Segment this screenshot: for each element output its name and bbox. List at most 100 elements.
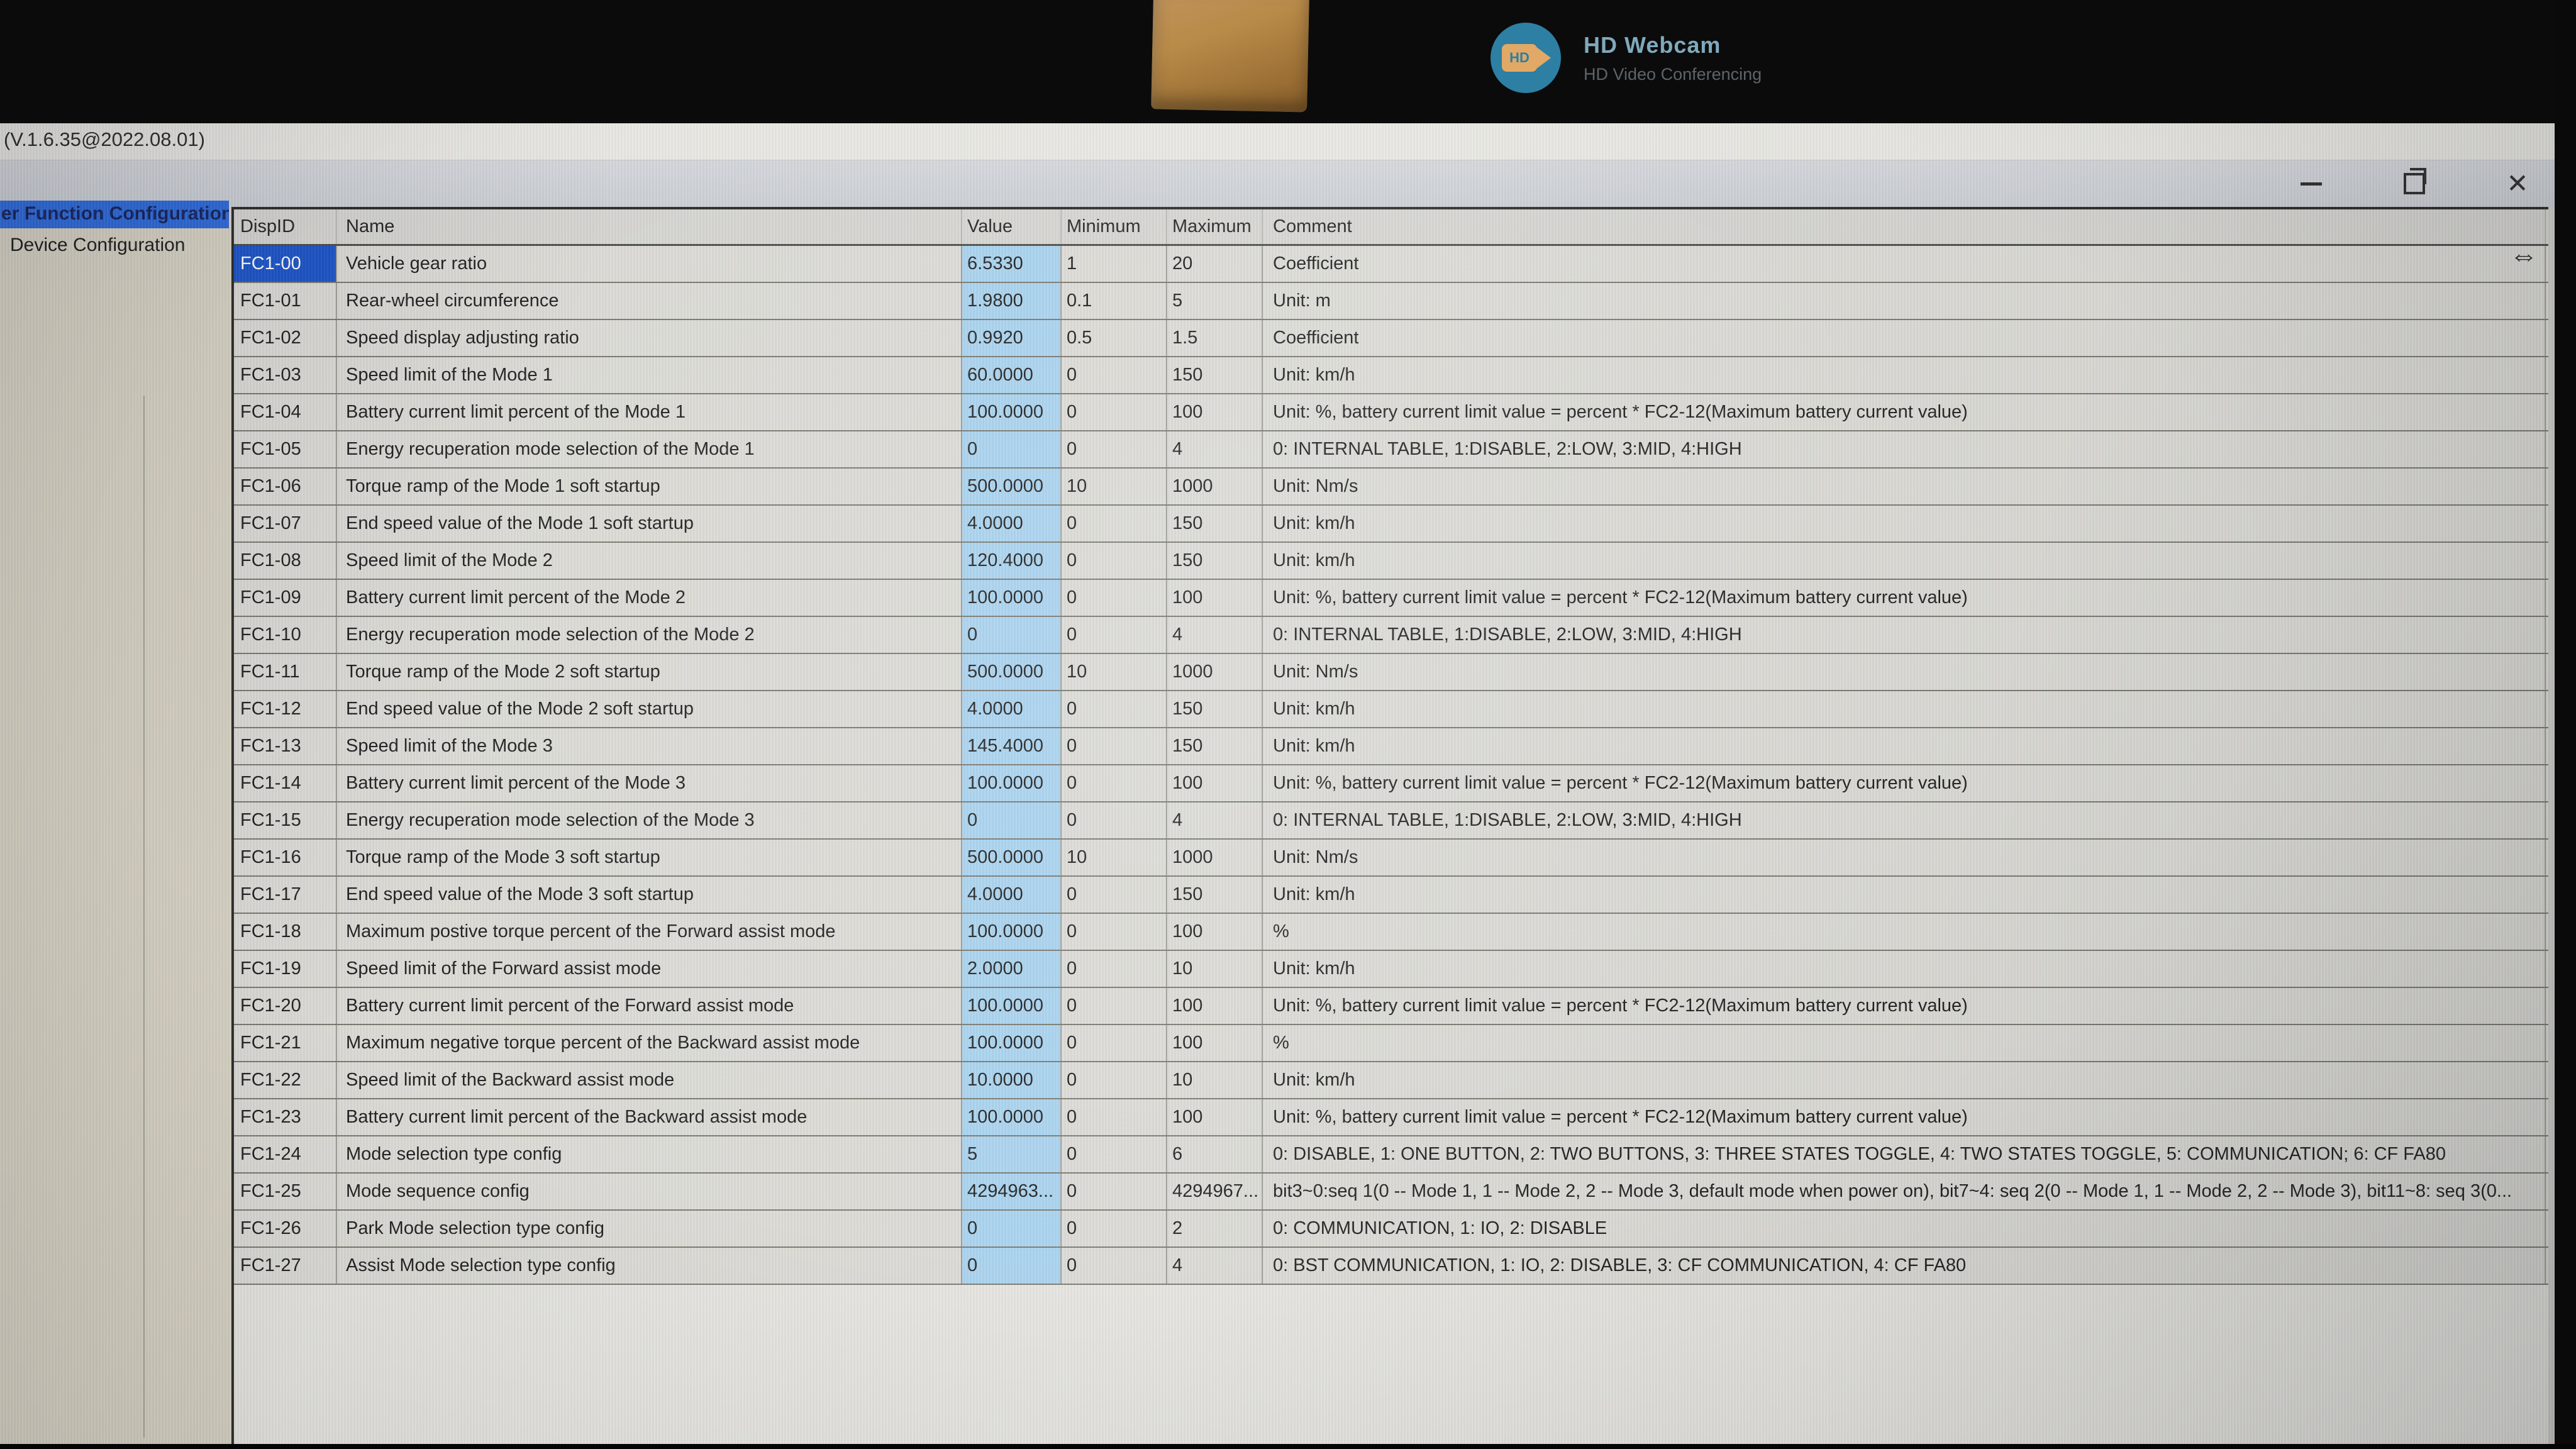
table-row[interactable]: FC1-11Torque ramp of the Mode 2 soft sta…	[234, 654, 2548, 691]
parameter-table: DispID Name Value Minimum Maximum Commen…	[231, 207, 2548, 1444]
cell-value[interactable]: 500.0000	[962, 654, 1062, 690]
cell-maximum: 1000	[1167, 654, 1263, 690]
column-header-minimum[interactable]: Minimum	[1062, 209, 1167, 244]
table-row[interactable]: FC1-23Battery current limit percent of t…	[234, 1099, 2548, 1136]
cell-value[interactable]: 0	[962, 617, 1062, 653]
table-row[interactable]: FC1-24Mode selection type config5060: DI…	[234, 1136, 2548, 1174]
table-row[interactable]: FC1-27Assist Mode selection type config0…	[234, 1248, 2548, 1285]
cell-maximum: 20	[1167, 246, 1263, 282]
monitor-screen: (V.1.6.35@2022.08.01) ✕ er Function Conf…	[0, 123, 2555, 1444]
cell-dispid: FC1-09	[234, 580, 337, 616]
cell-comment: Unit: km/h	[1263, 357, 2546, 393]
cell-comment: Coefficient	[1263, 246, 2546, 282]
bezel-bottom-edge	[0, 1444, 2576, 1449]
cell-value[interactable]: 100.0000	[962, 580, 1062, 616]
cell-value[interactable]: 2.0000	[962, 951, 1062, 987]
cell-dispid: FC1-06	[234, 469, 337, 504]
cell-dispid: FC1-24	[234, 1136, 337, 1172]
table-row[interactable]: FC1-06Torque ramp of the Mode 1 soft sta…	[234, 469, 2548, 506]
cell-name: Speed limit of the Mode 3	[337, 728, 962, 764]
cell-value[interactable]: 0	[962, 1211, 1062, 1246]
table-row[interactable]: FC1-18Maximum postive torque percent of …	[234, 914, 2548, 951]
cell-value[interactable]: 100.0000	[962, 914, 1062, 950]
cell-comment: Unit: km/h	[1263, 506, 2546, 541]
column-header-maximum[interactable]: Maximum	[1167, 209, 1263, 244]
cell-value[interactable]: 1.9800	[962, 283, 1062, 319]
cell-value[interactable]: 10.0000	[962, 1062, 1062, 1098]
horizontal-arrows-icon[interactable]: ⇔	[2509, 240, 2538, 269]
close-button[interactable]: ✕	[2503, 169, 2532, 198]
minimize-button[interactable]	[2297, 169, 2326, 198]
table-row[interactable]: FC1-04Battery current limit percent of t…	[234, 394, 2548, 431]
cell-value[interactable]: 145.4000	[962, 728, 1062, 764]
cell-value[interactable]: 100.0000	[962, 394, 1062, 430]
cell-comment: 0: INTERNAL TABLE, 1:DISABLE, 2:LOW, 3:M…	[1263, 802, 2546, 838]
cell-name: Battery current limit percent of the Bac…	[337, 1099, 962, 1135]
table-row[interactable]: FC1-13Speed limit of the Mode 3145.40000…	[234, 728, 2548, 765]
table-row[interactable]: FC1-22Speed limit of the Backward assist…	[234, 1062, 2548, 1099]
cell-value[interactable]: 500.0000	[962, 840, 1062, 875]
cell-comment: 0: BST COMMUNICATION, 1: IO, 2: DISABLE,…	[1263, 1248, 2546, 1284]
table-row[interactable]: FC1-14Battery current limit percent of t…	[234, 765, 2548, 802]
column-header-comment[interactable]: Comment	[1263, 209, 2546, 244]
table-row[interactable]: FC1-20Battery current limit percent of t…	[234, 988, 2548, 1025]
table-row[interactable]: FC1-09Battery current limit percent of t…	[234, 580, 2548, 617]
table-row[interactable]: FC1-19Speed limit of the Forward assist …	[234, 951, 2548, 988]
webcam-brand-title: HD Webcam	[1584, 32, 1762, 58]
cell-name: Torque ramp of the Mode 3 soft startup	[337, 840, 962, 875]
cell-minimum: 0	[1062, 543, 1167, 579]
table-row[interactable]: FC1-17End speed value of the Mode 3 soft…	[234, 877, 2548, 914]
cell-dispid: FC1-26	[234, 1211, 337, 1246]
cell-comment: Unit: %, battery current limit value = p…	[1263, 765, 2546, 801]
cell-value[interactable]: 4.0000	[962, 877, 1062, 913]
cell-maximum: 150	[1167, 877, 1263, 913]
table-row[interactable]: FC1-12End speed value of the Mode 2 soft…	[234, 691, 2548, 728]
column-header-dispid[interactable]: DispID	[234, 209, 337, 244]
cell-value[interactable]: 100.0000	[962, 1099, 1062, 1135]
cell-value[interactable]: 6.5330	[962, 246, 1062, 282]
cell-value[interactable]: 100.0000	[962, 1025, 1062, 1061]
cell-minimum: 0	[1062, 1099, 1167, 1135]
table-row[interactable]: FC1-21Maximum negative torque percent of…	[234, 1025, 2548, 1062]
table-row[interactable]: FC1-00Vehicle gear ratio6.5330120Coeffic…	[234, 246, 2548, 283]
cell-comment: Unit: Nm/s	[1263, 469, 2546, 504]
cell-value[interactable]: 0	[962, 431, 1062, 467]
cell-value[interactable]: 100.0000	[962, 988, 1062, 1024]
cell-comment: Unit: km/h	[1263, 728, 2546, 764]
cell-dispid: FC1-16	[234, 840, 337, 875]
table-row[interactable]: FC1-01Rear-wheel circumference1.98000.15…	[234, 283, 2548, 320]
table-row[interactable]: FC1-10Energy recuperation mode selection…	[234, 617, 2548, 654]
cell-value[interactable]: 4.0000	[962, 691, 1062, 727]
cell-value[interactable]: 4294963...	[962, 1174, 1062, 1209]
cell-comment: %	[1263, 914, 2546, 950]
sidebar-item-function-configuration[interactable]: er Function Configuration	[0, 201, 229, 228]
sidebar-item-device-configuration[interactable]: Device Configuration	[0, 228, 231, 260]
cell-minimum: 0	[1062, 617, 1167, 653]
column-header-value[interactable]: Value	[962, 209, 1062, 244]
cell-value[interactable]: 500.0000	[962, 469, 1062, 504]
cell-value[interactable]: 0	[962, 1248, 1062, 1284]
cell-value[interactable]: 4.0000	[962, 506, 1062, 541]
cell-value[interactable]: 0.9920	[962, 320, 1062, 356]
table-row[interactable]: FC1-02Speed display adjusting ratio0.992…	[234, 320, 2548, 357]
column-header-name[interactable]: Name	[337, 209, 962, 244]
cell-value[interactable]: 100.0000	[962, 765, 1062, 801]
table-row[interactable]: FC1-07End speed value of the Mode 1 soft…	[234, 506, 2548, 543]
cell-value[interactable]: 120.4000	[962, 543, 1062, 579]
table-row[interactable]: FC1-16Torque ramp of the Mode 3 soft sta…	[234, 840, 2548, 877]
cell-comment: 0: DISABLE, 1: ONE BUTTON, 2: TWO BUTTON…	[1263, 1136, 2546, 1172]
cell-minimum: 0	[1062, 988, 1167, 1024]
cell-minimum: 0	[1062, 914, 1167, 950]
table-row[interactable]: FC1-15Energy recuperation mode selection…	[234, 802, 2548, 840]
cell-value[interactable]: 5	[962, 1136, 1062, 1172]
table-row[interactable]: FC1-05Energy recuperation mode selection…	[234, 431, 2548, 469]
maximize-button[interactable]	[2400, 169, 2429, 198]
cell-maximum: 1.5	[1167, 320, 1263, 356]
table-row[interactable]: FC1-26Park Mode selection type config002…	[234, 1211, 2548, 1248]
cell-value[interactable]: 0	[962, 802, 1062, 838]
table-row[interactable]: FC1-08Speed limit of the Mode 2120.40000…	[234, 543, 2548, 580]
navigation-sidebar: er Function Configuration Device Configu…	[0, 207, 231, 1444]
table-row[interactable]: FC1-25Mode sequence config4294963...0429…	[234, 1174, 2548, 1211]
table-row[interactable]: FC1-03Speed limit of the Mode 160.000001…	[234, 357, 2548, 394]
cell-value[interactable]: 60.0000	[962, 357, 1062, 393]
